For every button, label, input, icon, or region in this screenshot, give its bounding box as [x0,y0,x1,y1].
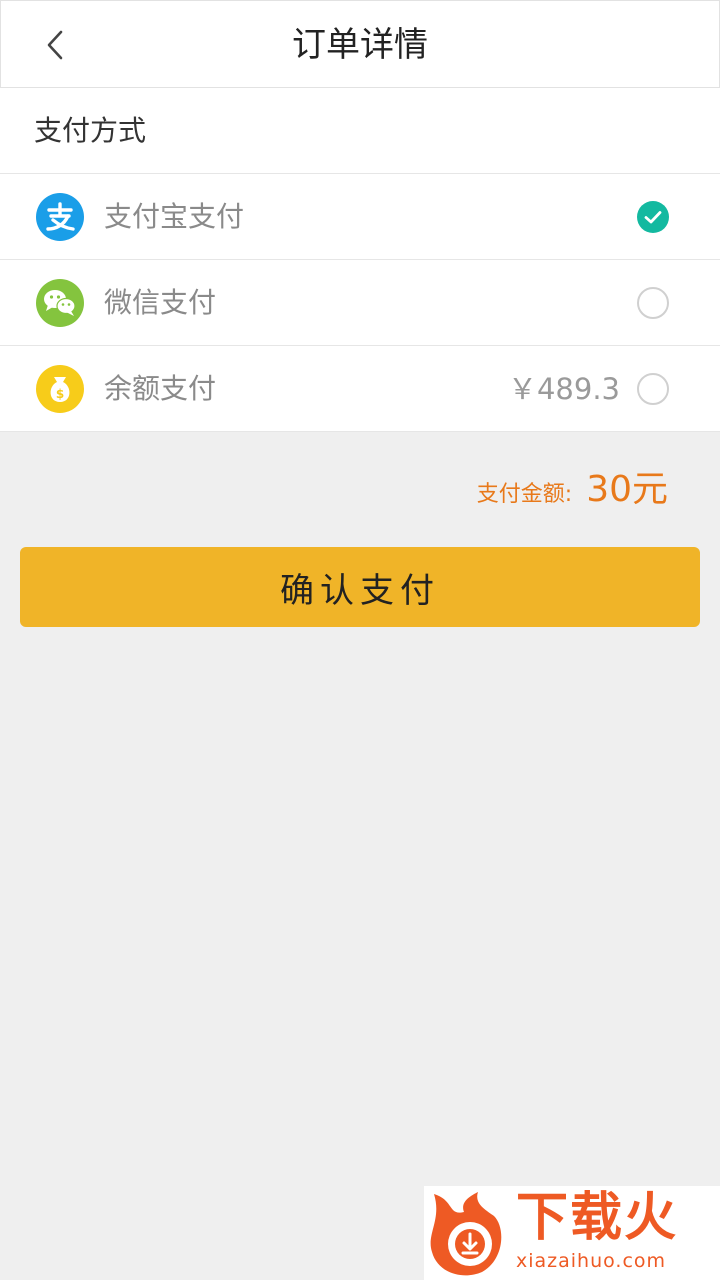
payment-method-label: 微信支付 [104,286,217,319]
watermark-logo: 下载火 xiazaihuo.com [424,1186,720,1280]
radio-unchecked-icon[interactable] [637,287,669,319]
payment-section-label: 支付方式 [0,88,720,174]
payment-amount: 支付金额: 30元 [477,460,668,510]
flame-logo-icon [430,1192,502,1276]
back-button[interactable] [33,23,77,67]
payment-method-wechat[interactable]: 微信支付 [0,260,720,346]
alipay-icon [36,193,84,241]
balance-amount: ￥489.3 [507,372,620,406]
amount-label: 支付金额: [476,482,573,507]
payment-method-label: 余额支付 [104,372,217,405]
amount-value: 30元 [586,469,668,510]
wechat-icon [36,279,84,327]
payment-method-label: 支付宝支付 [104,200,245,233]
money-bag-icon: $ [36,365,84,413]
page-title: 订单详情 [292,25,428,65]
watermark-title: 下载火 [516,1188,679,1248]
chevron-left-icon [47,30,63,60]
svg-text:$: $ [56,387,64,401]
header-bar: 订单详情 [0,0,720,88]
confirm-payment-button[interactable]: 确认支付 [20,547,700,627]
watermark-text: 下载火 xiazaihuo.com [516,1186,716,1272]
payment-method-alipay[interactable]: 支付宝支付 [0,174,720,260]
selected-check-icon[interactable] [637,201,669,233]
watermark-site: xiazaihuo.com [516,1250,667,1272]
payment-method-balance[interactable]: $ 余额支付 ￥489.3 [0,346,720,432]
radio-unchecked-icon[interactable] [637,373,669,405]
